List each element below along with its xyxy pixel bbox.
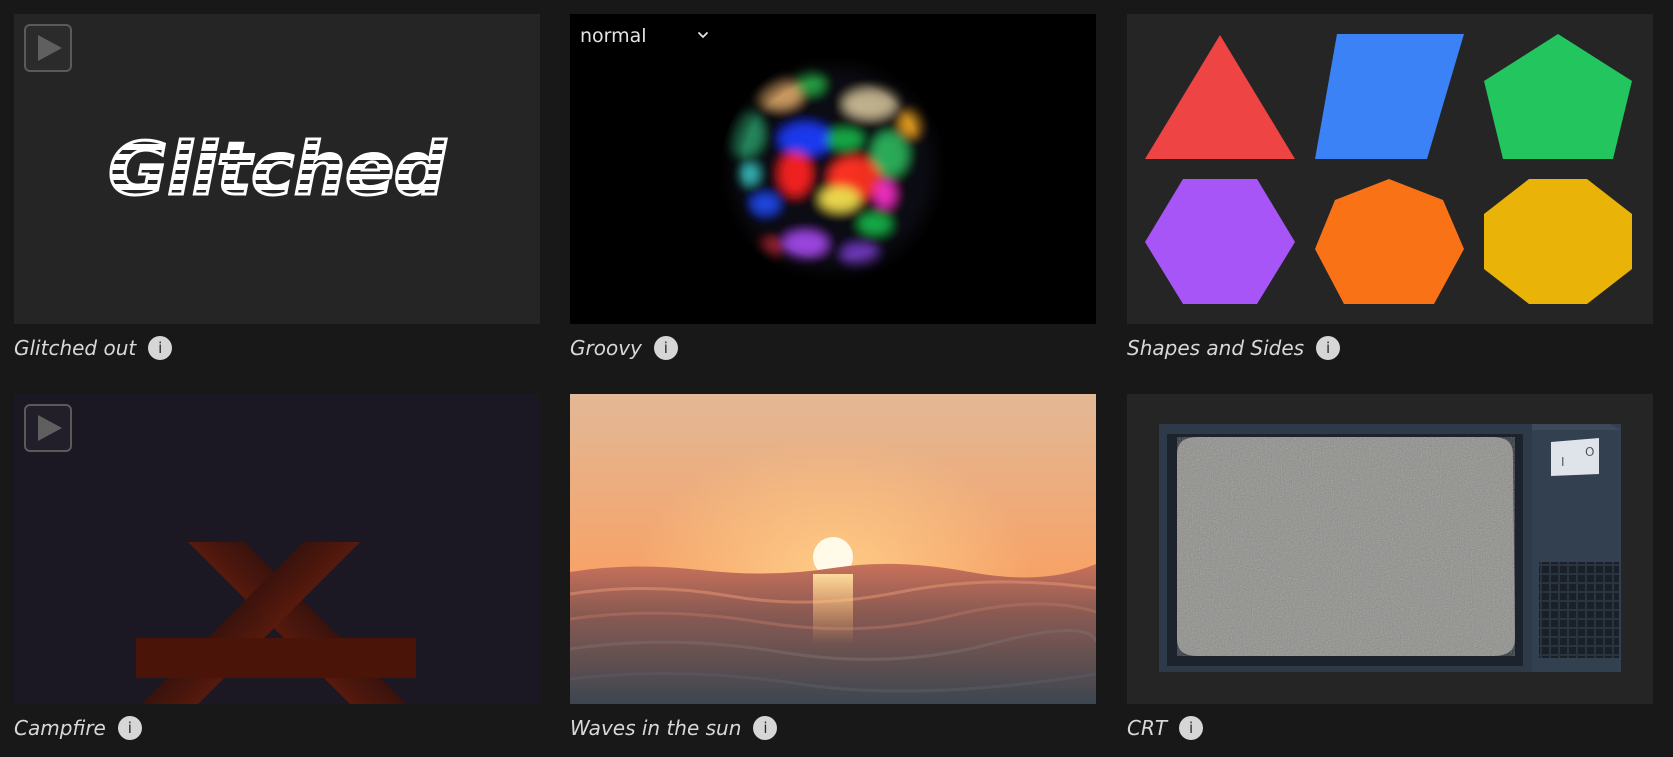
info-icon[interactable]: i [148,336,173,360]
info-icon[interactable]: i [117,716,142,740]
caption-text: Glitched out [14,336,137,360]
groovy-orb [721,57,945,281]
shapes-preview[interactable] [1127,14,1653,324]
groovy-preview[interactable]: normal [570,14,1096,324]
caption-text: Waves in the sun [570,716,742,740]
caption-text: Campfire [14,716,106,740]
card-caption: Campfire i [14,713,142,743]
waves-preview[interactable] [570,394,1096,704]
mode-select-wrapper[interactable]: normal [570,14,720,54]
card-caption: CRT i [1127,713,1204,743]
card-caption: Groovy i [570,333,678,363]
sunset-waves-scene [570,394,1096,704]
info-icon[interactable]: i [753,716,778,740]
card-caption: Glitched out i [14,333,173,363]
card-caption: Shapes and Sides i [1127,333,1341,363]
shapes-grid [1145,34,1632,304]
glitched-out-preview[interactable]: Glitched [14,14,540,324]
info-icon[interactable]: i [1316,336,1341,360]
heptagon-shape [1315,179,1464,304]
caption-text: Groovy [570,336,642,360]
pentagon-shape [1484,34,1632,159]
card-caption: Waves in the sun i [570,713,778,743]
crt-tv: I O [1159,424,1621,672]
switch-label-off: O [1585,445,1594,459]
glitched-text-art: Glitched [107,126,449,213]
log-horizontal [136,638,416,678]
glitched-text: Glitched [108,127,447,211]
info-icon[interactable]: i [1179,716,1204,740]
crt-preview[interactable]: I O [1127,394,1653,704]
campfire-logs [14,394,540,704]
caption-text: CRT [1127,716,1168,740]
campfire-backdrop [14,394,540,542]
triangle-shape [1145,35,1295,159]
play-icon[interactable] [24,24,72,72]
speaker-grille [1539,562,1619,658]
parallelogram-shape [1315,34,1464,159]
switch-label-on: I [1561,455,1565,469]
mode-select[interactable]: normal [578,20,710,52]
sun-reflection [813,574,853,644]
hexagon-shape [1145,179,1295,304]
play-icon[interactable] [24,404,72,452]
info-icon[interactable]: i [653,336,678,360]
octagon-shape [1484,179,1632,304]
campfire-preview[interactable] [14,394,540,704]
caption-text: Shapes and Sides [1127,336,1305,360]
